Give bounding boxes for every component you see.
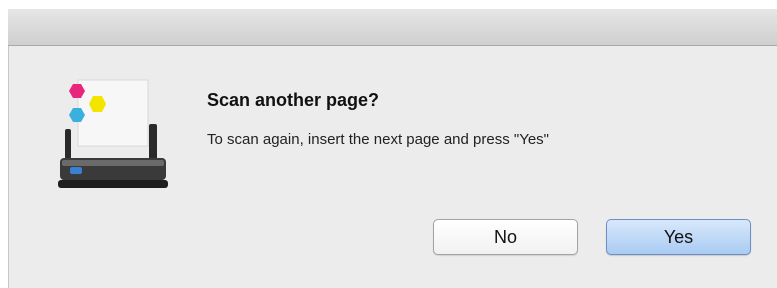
window-titlebar[interactable]: [8, 9, 777, 46]
no-button[interactable]: No: [433, 219, 578, 255]
scanner-icon: [50, 76, 170, 196]
yes-button[interactable]: Yes: [606, 219, 751, 255]
dialog-window: Scan another page? To scan again, insert…: [0, 0, 777, 288]
dialog-title: Scan another page?: [207, 90, 380, 110]
dialog-message: To scan again, insert the next page and …: [207, 131, 549, 148]
